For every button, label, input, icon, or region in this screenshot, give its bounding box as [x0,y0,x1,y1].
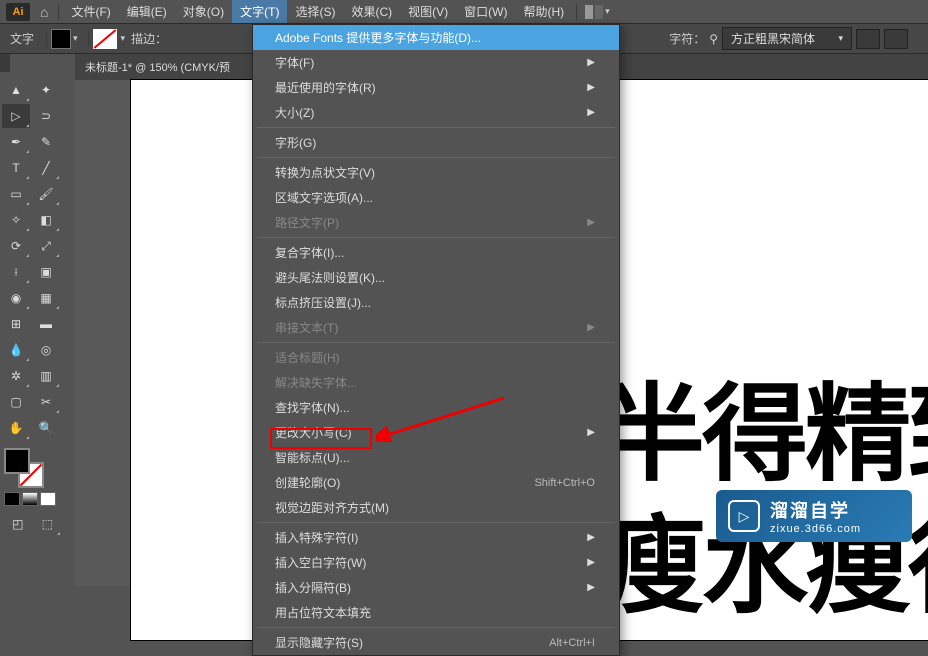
gradient-mode[interactable] [22,492,38,506]
magic-wand-tool[interactable]: ✦ [32,78,60,102]
shaper-tool[interactable]: ✧ [2,208,30,232]
hand-tool[interactable]: ✋ [2,416,30,440]
menu-item[interactable]: 复合字体(I)... [253,240,619,265]
blend-tool[interactable]: ◎ [32,338,60,362]
gradient-tool[interactable]: ▬ [32,312,60,336]
menu-item[interactable]: 区域文字选项(A)... [253,185,619,210]
font-link-icon[interactable]: ⚲ [709,32,718,46]
tool-label: 文字 [10,30,34,47]
graph-tool[interactable]: ▥ [32,364,60,388]
perspective-tool[interactable]: ▦ [32,286,60,310]
watermark-url: zixue.3d66.com [770,523,861,535]
menu-item: 适合标题(H) [253,345,619,370]
shape-builder-tool[interactable]: ◉ [2,286,30,310]
eraser-tool[interactable]: ◧ [32,208,60,232]
app-logo: Ai [6,3,30,21]
menu-item[interactable]: 插入空白字符(W)▶ [253,550,619,575]
document-tab[interactable]: 未标题-1* @ 150% (CMYK/预 [75,55,240,79]
scale-tool[interactable]: ⤢ [32,234,60,258]
menu-effect[interactable]: 效果(C) [343,0,400,23]
menu-item[interactable]: 用占位符文本填充 [253,600,619,625]
menu-item[interactable]: 插入分隔符(B)▶ [253,575,619,600]
stroke-swatch[interactable] [93,29,117,49]
stroke-label: 描边： [131,30,167,47]
pen-tool[interactable]: ✒ [2,130,30,154]
menu-item[interactable]: 插入特殊字符(I)▶ [253,525,619,550]
menu-text[interactable]: 文字(T) [232,0,287,23]
font-style-select[interactable] [856,29,880,49]
menu-object[interactable]: 对象(O) [175,0,232,23]
screen-mode[interactable]: ⬚ [34,512,62,536]
mesh-tool[interactable]: ⊞ [2,312,30,336]
line-tool[interactable]: ╱ [32,156,60,180]
watermark: ▷ 溜溜自学 zixue.3d66.com [716,490,912,542]
menu-item[interactable]: 字体(F)▶ [253,50,619,75]
direct-selection-tool[interactable]: ▷ [2,104,30,128]
free-transform-tool[interactable]: ▣ [32,260,60,284]
menubar: Ai ⌂ 文件(F) 编辑(E) 对象(O) 文字(T) 选择(S) 效果(C)… [0,0,928,24]
menu-item: 路径文字(P)▶ [253,210,619,235]
rectangle-tool[interactable]: ▭ [2,182,30,206]
lasso-tool[interactable]: ⊃ [32,104,60,128]
home-icon[interactable]: ⌂ [40,4,48,20]
artboard-tool[interactable]: ▢ [2,390,30,414]
menu-item: 串接文本(T)▶ [253,315,619,340]
text-menu-dropdown: Adobe Fonts 提供更多字体与功能(D)...字体(F)▶最近使用的字体… [252,24,620,656]
menu-help[interactable]: 帮助(H) [515,0,572,23]
menu-item[interactable]: 智能标点(U)... [253,445,619,470]
font-size-select[interactable] [884,29,908,49]
menu-item[interactable]: 标点挤压设置(J)... [253,290,619,315]
play-icon: ▷ [728,500,760,532]
menu-item[interactable]: 避头尾法则设置(K)... [253,265,619,290]
zoom-tool[interactable]: 🔍 [32,416,60,440]
menu-edit[interactable]: 编辑(E) [119,0,175,23]
menu-item[interactable]: 字形(G) [253,130,619,155]
fill-dropdown-icon[interactable]: ▾ [73,33,78,44]
watermark-title: 溜溜自学 [770,497,861,523]
char-label: 字符： [669,30,705,47]
fill-swatch[interactable] [51,29,71,49]
menu-item[interactable]: 视觉边距对齐方式(M) [253,495,619,520]
curvature-tool[interactable]: ✎ [32,130,60,154]
menu-view[interactable]: 视图(V) [400,0,456,23]
symbol-sprayer-tool[interactable]: ✲ [2,364,30,388]
selection-tool[interactable]: ▲ [2,78,30,102]
menu-item[interactable]: 创建轮廓(O)Shift+Ctrl+O [253,470,619,495]
toolbar: ▲✦ ▷⊃ ✒✎ T╱ ▭🖌 ✧◧ ⟳⤢ ⟊▣ ◉▦ ⊞▬ 💧◎ ✲▥ ▢✂ ✋… [0,74,65,542]
canvas-text-1[interactable]: 半得精致 [599,348,928,502]
menu-window[interactable]: 窗口(W) [456,0,515,23]
menu-item[interactable]: Adobe Fonts 提供更多字体与功能(D)... [253,25,619,50]
menu-item[interactable]: 显示隐藏字符(S)Alt+Ctrl+I [253,630,619,655]
menu-file[interactable]: 文件(F) [63,0,118,23]
menu-select[interactable]: 选择(S) [287,0,343,23]
menu-item[interactable]: 转换为点状文字(V) [253,160,619,185]
color-mode[interactable] [4,492,20,506]
stroke-dropdown-icon[interactable]: ▾ [121,33,126,44]
menu-item[interactable]: 大小(Z)▶ [253,100,619,125]
fill-stroke-swap[interactable] [4,448,44,488]
layout-switcher[interactable]: ▾ [585,5,610,19]
type-tool[interactable]: T [2,156,30,180]
font-select[interactable]: 方正粗黑宋简体▾ [722,27,852,50]
menu-item[interactable]: 查找字体(N)... [253,395,619,420]
rotate-tool[interactable]: ⟳ [2,234,30,258]
panel-collapse[interactable] [0,54,10,72]
width-tool[interactable]: ⟊ [2,260,30,284]
none-mode[interactable] [40,492,56,506]
menu-item[interactable]: 最近使用的字体(R)▶ [253,75,619,100]
draw-mode[interactable]: ◰ [4,512,32,536]
menu-item[interactable]: 更改大小写(C)▶ [253,420,619,445]
slice-tool[interactable]: ✂ [32,390,60,414]
menu-item: 解决缺失字体... [253,370,619,395]
eyedropper-tool[interactable]: 💧 [2,338,30,362]
brush-tool[interactable]: 🖌 [32,182,60,206]
